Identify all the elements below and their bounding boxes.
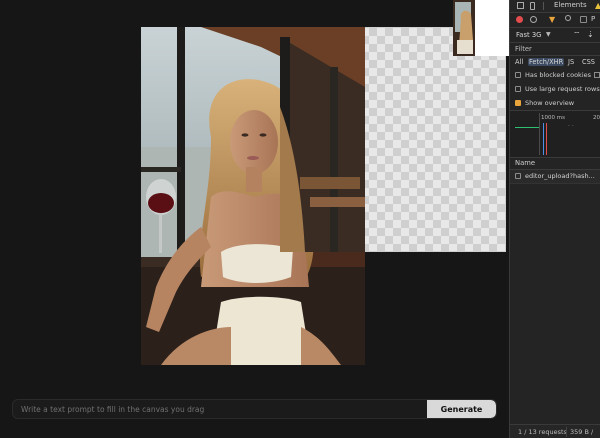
request-file-icon: [515, 173, 521, 179]
warning-icon[interactable]: ▲: [595, 1, 600, 10]
record-icon[interactable]: [516, 16, 523, 23]
status-divider: [566, 427, 567, 437]
device-toolbar-icon[interactable]: [530, 2, 535, 10]
has-blocked-cookies-label: Has blocked cookies: [525, 71, 592, 79]
filter-input[interactable]: Filter: [515, 45, 532, 53]
option-show-overview[interactable]: Show overview: [510, 97, 600, 111]
overview-tick-1000: 1000 ms: [541, 115, 565, 121]
status-request-count: 1 / 13 requests: [518, 428, 567, 436]
preview-thumbnail[interactable]: [453, 0, 509, 56]
type-filter-css[interactable]: CSS: [581, 58, 596, 66]
request-row[interactable]: editor_upload?hash...: [510, 170, 600, 184]
type-filter-fetch-xhr[interactable]: Fetch/XHR: [528, 58, 565, 66]
overview-gridline: [539, 113, 540, 155]
request-name: editor_upload?hash...: [525, 172, 595, 180]
wifi-conditions-icon[interactable]: ⌔: [573, 30, 581, 40]
requests-table-header[interactable]: Name: [510, 157, 600, 170]
large-request-rows-checkbox[interactable]: [515, 86, 521, 92]
blocked-requests-checkbox[interactable]: [594, 72, 600, 78]
overview-marker-blue: [543, 123, 544, 155]
show-overview-checkbox[interactable]: [515, 100, 521, 106]
status-transferred-size: 359 B /: [570, 428, 594, 436]
network-status-bar: 1 / 13 requests 359 B /: [510, 424, 600, 438]
outpaint-selection-frame[interactable]: [280, 27, 506, 252]
clear-icon[interactable]: [530, 16, 537, 23]
option-large-request-rows[interactable]: Use large request rows: [510, 83, 600, 97]
chevron-down-icon[interactable]: ▼: [546, 31, 551, 38]
large-request-rows-label: Use large request rows: [525, 85, 600, 93]
resource-type-filters: All Fetch/XHR JS CSS: [510, 56, 600, 69]
throttle-toolbar: Fast 3G ▼ ⌔ ⇣: [510, 28, 600, 43]
search-icon[interactable]: [565, 15, 571, 21]
tab-divider: [543, 2, 544, 10]
filter-bar[interactable]: Filter: [510, 43, 600, 56]
filter-icon[interactable]: ▼: [549, 15, 555, 24]
import-icon[interactable]: ⇣: [587, 30, 594, 39]
column-header-name[interactable]: Name: [515, 159, 535, 167]
tab-elements[interactable]: Elements: [554, 1, 587, 9]
overview-dots: · ·: [568, 123, 574, 130]
devtools-panel: Elements ▲ ▼ P Fast 3G ▼ ⌔ ⇣ Filter All …: [509, 0, 600, 438]
prompt-input[interactable]: [13, 400, 445, 418]
canvas-area[interactable]: Generate: [0, 0, 509, 438]
option-has-blocked-cookies[interactable]: Has blocked cookies: [510, 69, 600, 83]
preserve-log-label-icon: P: [591, 15, 596, 23]
preserve-log-checkbox[interactable]: [580, 16, 587, 23]
show-overview-label: Show overview: [525, 99, 575, 107]
overview-marker-red: [546, 123, 547, 155]
type-filter-all[interactable]: All: [514, 58, 524, 66]
inspect-element-icon[interactable]: [517, 2, 524, 9]
overview-tick-2000: 200: [593, 115, 600, 121]
prompt-bar: Generate: [12, 399, 497, 419]
devtools-tab-bar: Elements ▲: [510, 0, 600, 13]
type-filter-js[interactable]: JS: [567, 58, 575, 66]
generate-button[interactable]: Generate: [427, 400, 496, 418]
network-toolbar: ▼ P: [510, 13, 600, 28]
has-blocked-cookies-checkbox[interactable]: [515, 72, 521, 78]
network-overview[interactable]: 1000 ms 200 · ·: [510, 110, 600, 158]
throttle-select[interactable]: Fast 3G: [516, 31, 541, 39]
overview-request-bar-green: [515, 127, 539, 128]
